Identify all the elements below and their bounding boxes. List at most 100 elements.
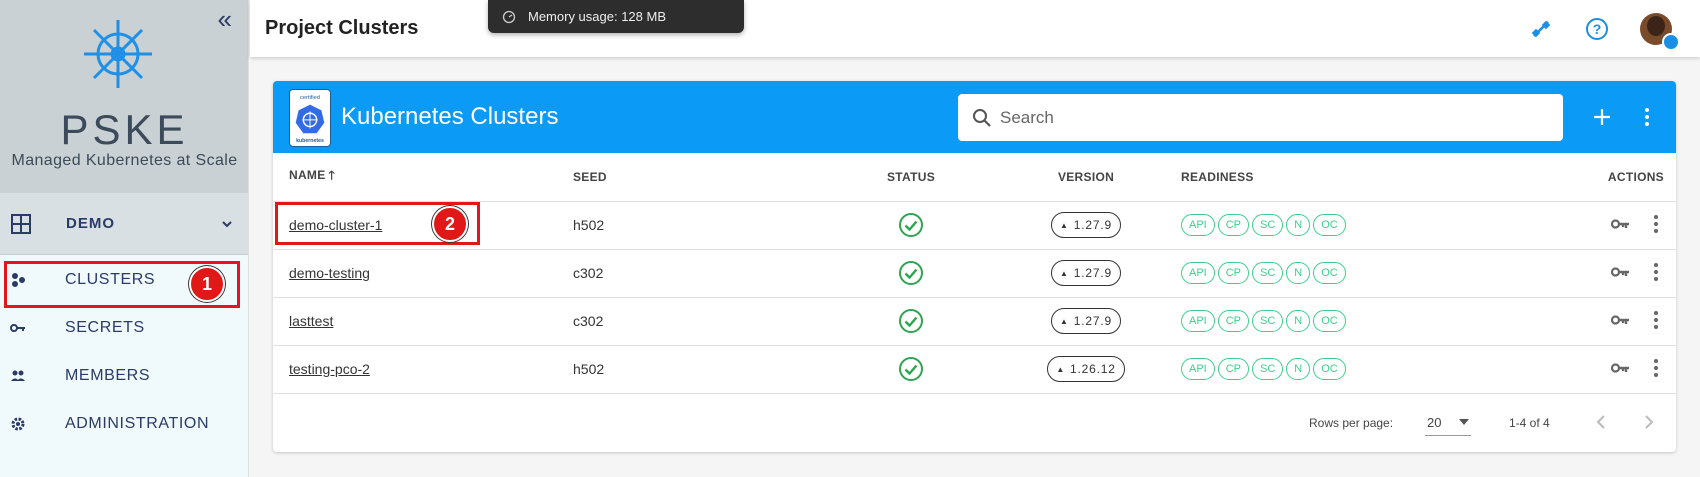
cell-version: ▲ 1.27.9 (1031, 201, 1141, 250)
rows-per-page-value: 20 (1427, 415, 1442, 430)
readiness-chip: API (1181, 262, 1215, 284)
column-header-seed: SEED (573, 153, 791, 202)
page-range: 1-4 of 4 (1509, 416, 1550, 430)
readiness-chip: API (1181, 358, 1215, 380)
chevron-right-icon[interactable] (1639, 412, 1659, 432)
clusters-table: NAME 🡑 SEED STATUS VERSION READINESS ACTI… (273, 153, 1676, 394)
status-ok-icon (899, 309, 923, 333)
readiness-chip: CP (1217, 310, 1250, 332)
readiness-chip: SC (1252, 310, 1284, 332)
version-chip[interactable]: ▲ 1.27.9 (1051, 308, 1121, 334)
cell-version: ▲ 1.26.12 (1031, 345, 1141, 394)
card-title: Kubernetes Clusters (341, 103, 559, 130)
version-chip[interactable]: ▲ 1.27.9 (1051, 212, 1121, 238)
topbar-actions: ? (1528, 0, 1700, 57)
cell-actions (1561, 297, 1676, 346)
gauge-icon (502, 10, 516, 23)
logo-bottom-text: kubernetes (296, 138, 324, 144)
cell-status (791, 297, 1031, 346)
cell-seed: h502 (573, 345, 791, 394)
sidebar-item-administration[interactable]: ADMINISTRATION (0, 400, 248, 448)
search-box[interactable] (958, 94, 1563, 141)
members-icon (11, 370, 25, 381)
cell-status (791, 345, 1031, 394)
more-vert-icon[interactable] (1648, 358, 1664, 378)
more-vert-icon[interactable] (1648, 310, 1664, 330)
brand-tagline: Managed Kubernetes at Scale (11, 152, 238, 169)
grid-icon (11, 213, 31, 234)
column-header-name[interactable]: NAME 🡑 (273, 153, 573, 202)
table-row: demo-testing c302 ▲ 1.27.9 API CP SC N OC (273, 249, 1676, 298)
add-cluster-icon[interactable] (1590, 105, 1614, 129)
sidebar-item-secrets[interactable]: SECRETS (0, 304, 248, 352)
chevron-down-icon (222, 220, 232, 227)
upgrade-arrow-icon: ▲ (1060, 316, 1069, 326)
readiness-chip: CP (1217, 358, 1250, 380)
cell-name: testing-pco-2 (273, 345, 573, 394)
sidebar-item-members[interactable]: MEMBERS (0, 352, 248, 400)
more-vert-icon[interactable] (1635, 105, 1659, 129)
key-icon[interactable] (1610, 262, 1630, 282)
help-icon[interactable]: ? (1584, 16, 1610, 42)
cluster-link[interactable]: lasttest (289, 313, 333, 329)
sidebar-item-label: ADMINISTRATION (65, 415, 210, 432)
project-selector[interactable]: DEMO (0, 193, 248, 255)
collapse-sidebar-icon[interactable]: « (218, 6, 232, 32)
version-chip[interactable]: ▲ 1.26.12 (1047, 356, 1125, 382)
cell-actions (1561, 345, 1676, 394)
readiness-chip: CP (1217, 262, 1250, 284)
rows-per-page-select[interactable]: 20 (1425, 410, 1471, 436)
cell-name: lasttest (273, 297, 573, 346)
column-header-actions: ACTIONS (1561, 153, 1676, 202)
key-icon[interactable] (1610, 310, 1630, 330)
readiness-chip: OC (1313, 358, 1346, 380)
readiness-chips: API CP SC N OC (1181, 310, 1561, 332)
project-name: DEMO (66, 215, 115, 232)
readiness-chip: API (1181, 214, 1215, 236)
logo-top-text: certified (300, 95, 320, 101)
row-actions (1610, 214, 1664, 234)
more-vert-icon[interactable] (1648, 214, 1664, 234)
upgrade-arrow-icon: ▲ (1060, 268, 1069, 278)
status-ok-icon (899, 357, 923, 381)
more-vert-icon[interactable] (1648, 262, 1664, 282)
readiness-chip: OC (1313, 214, 1346, 236)
readiness-chip: OC (1313, 310, 1346, 332)
readiness-chips: API CP SC N OC (1181, 214, 1561, 236)
cell-version: ▲ 1.27.9 (1031, 249, 1141, 298)
svg-text:?: ? (1593, 21, 1602, 37)
cell-seed: c302 (573, 297, 791, 346)
helm-logo-icon (84, 20, 152, 88)
readiness-chip: N (1286, 310, 1311, 332)
annotation-badge-2: 2 (432, 206, 468, 242)
memory-usage-text: Memory usage: 128 MB (528, 9, 667, 24)
table-row: lasttest c302 ▲ 1.27.9 API CP SC N OC (273, 297, 1676, 346)
version-text: 1.27.9 (1073, 266, 1112, 280)
version-text: 1.26.12 (1070, 362, 1116, 376)
cell-status (791, 201, 1031, 250)
row-actions (1610, 310, 1664, 330)
readiness-chip: CP (1217, 214, 1250, 236)
readiness-chip: SC (1252, 358, 1284, 380)
search-input[interactable] (1000, 107, 1540, 128)
key-icon[interactable] (1610, 214, 1630, 234)
cell-readiness: API CP SC N OC (1141, 249, 1561, 298)
avatar[interactable] (1640, 12, 1680, 51)
table-row: demo-cluster-1 h502 ▲ 1.27.9 API CP SC N OC (273, 201, 1676, 250)
chevron-left-icon[interactable] (1591, 412, 1611, 432)
row-actions (1610, 358, 1664, 378)
table-header-row: NAME 🡑 SEED STATUS VERSION READINESS ACTI… (273, 153, 1676, 202)
row-actions (1610, 262, 1664, 282)
cell-seed: c302 (573, 249, 791, 298)
brand-name: PSKE (60, 106, 189, 153)
version-text: 1.27.9 (1073, 314, 1112, 328)
version-chip[interactable]: ▲ 1.27.9 (1051, 260, 1121, 286)
cell-name: demo-testing (273, 249, 573, 298)
cluster-link[interactable]: testing-pco-2 (289, 361, 370, 377)
connection-icon[interactable] (1528, 16, 1554, 42)
cluster-link[interactable]: demo-testing (289, 265, 370, 281)
card-header: certified kubernetes Kubernetes Clusters (273, 81, 1676, 153)
gear-icon (11, 417, 25, 431)
page-title: Project Clusters (265, 17, 419, 39)
key-icon[interactable] (1610, 358, 1630, 378)
